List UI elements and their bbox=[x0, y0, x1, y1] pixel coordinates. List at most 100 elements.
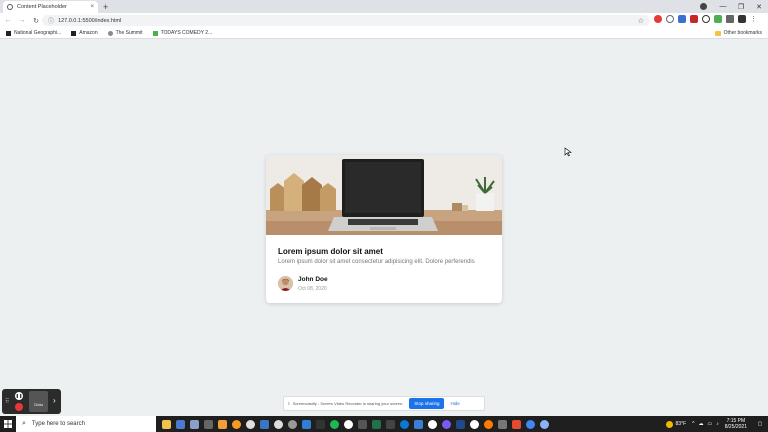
bookmarks-bar: National Geographi... Amazon The Summit … bbox=[0, 28, 768, 39]
vlc-icon[interactable] bbox=[218, 419, 227, 429]
app-cloud-icon[interactable] bbox=[414, 419, 423, 429]
taskbar-clock[interactable]: 7:15 PM 8/25/2021 bbox=[725, 418, 747, 430]
window-controls: — ❐ ✕ bbox=[714, 0, 768, 13]
pause-icon[interactable]: ❚❚ bbox=[15, 392, 23, 400]
extension-circle-icon[interactable] bbox=[702, 15, 710, 23]
folder-icon bbox=[714, 30, 721, 36]
maximize-button[interactable]: ❐ bbox=[732, 3, 750, 11]
tab-content-placeholder[interactable]: Content Placeholder × bbox=[3, 1, 98, 13]
extension-globe-icon[interactable] bbox=[666, 15, 674, 23]
sharing-message: Screencastify - Screen Video Recorder is… bbox=[292, 401, 404, 406]
card-image bbox=[266, 155, 502, 235]
forward-icon[interactable]: → bbox=[16, 17, 28, 24]
app-tool-icon[interactable] bbox=[358, 419, 367, 429]
other-bookmarks[interactable]: Other bookmarks bbox=[714, 30, 762, 36]
extension-green-icon[interactable] bbox=[714, 15, 722, 23]
notification-icon[interactable]: ▢ bbox=[755, 421, 765, 427]
drag-handle-icon[interactable]: ⠿ bbox=[5, 398, 9, 405]
minimize-button[interactable]: — bbox=[714, 3, 732, 10]
sharing-icon: ⦀ bbox=[288, 401, 290, 406]
bookmark-amazon[interactable]: Amazon bbox=[71, 30, 98, 36]
info-icon[interactable]: ⓘ bbox=[48, 16, 54, 25]
search-icon: ⌕ bbox=[22, 420, 26, 427]
cloud-icon[interactable]: ☁ bbox=[699, 421, 704, 427]
app-code-icon[interactable] bbox=[456, 419, 465, 429]
expand-arrow-icon[interactable]: › bbox=[53, 396, 56, 405]
app-mic-icon[interactable] bbox=[288, 419, 297, 429]
url-text[interactable]: 127.0.0.1:5500/index.html bbox=[58, 18, 121, 24]
extension-record-icon[interactable] bbox=[654, 15, 662, 23]
extension-red-icon[interactable] bbox=[690, 15, 698, 23]
bookmark-national-geographic[interactable]: National Geographi... bbox=[6, 30, 61, 36]
tray-chevron-icon[interactable]: ^ bbox=[692, 421, 694, 427]
puzzle-icon[interactable] bbox=[726, 15, 734, 23]
clicks-toggle[interactable]: Clicks bbox=[29, 391, 48, 412]
app-gray-icon[interactable] bbox=[204, 419, 213, 429]
tab-title: Content Placeholder bbox=[17, 4, 67, 10]
tab-search-icon[interactable] bbox=[700, 3, 707, 10]
new-tab-button[interactable]: + bbox=[103, 1, 108, 13]
brave-icon[interactable] bbox=[512, 419, 521, 429]
browser-titlebar: Content Placeholder × + — ❐ ✕ bbox=[0, 0, 768, 13]
app-box-icon[interactable] bbox=[190, 419, 199, 429]
edge-icon[interactable] bbox=[400, 419, 409, 429]
screen-recorder-widget: ⠿ ❚❚ Clicks › bbox=[2, 389, 61, 414]
comedy-icon bbox=[152, 30, 158, 36]
network-icon[interactable]: ▭ bbox=[708, 421, 713, 427]
bookmark-todays-comedy[interactable]: TODAYS COMEDY 2... bbox=[152, 30, 212, 36]
vscode-icon[interactable] bbox=[302, 419, 311, 429]
file-explorer-icon[interactable] bbox=[162, 419, 171, 429]
extensions-area: ⋮ bbox=[654, 15, 758, 23]
excel-icon[interactable] bbox=[372, 419, 381, 429]
card-description: Lorem ipsum dolor sit amet consectetur a… bbox=[278, 259, 475, 265]
more-menu-icon[interactable]: ⋮ bbox=[750, 15, 758, 23]
bookmark-the-summit[interactable]: The Summit bbox=[107, 30, 143, 36]
chrome-icon[interactable] bbox=[344, 419, 353, 429]
card-title: Lorem ipsum dolor sit amet bbox=[278, 247, 383, 256]
amazon-icon bbox=[71, 30, 77, 36]
taskbar-search-box[interactable]: ⌕ Type here to search bbox=[16, 416, 156, 432]
browser-toolbar: ← → ↻ ⓘ 127.0.0.1:5500/index.html ☆ ⋮ bbox=[0, 13, 768, 28]
app-globe-icon[interactable] bbox=[540, 419, 549, 429]
natgeo-icon bbox=[6, 30, 11, 36]
chrome-active-icon[interactable] bbox=[526, 419, 535, 429]
bookmark-star-icon[interactable]: ☆ bbox=[638, 17, 644, 25]
spotify-icon[interactable] bbox=[330, 419, 339, 429]
app-settings-icon[interactable] bbox=[246, 419, 255, 429]
mouse-cursor-icon bbox=[564, 147, 572, 157]
app-play-icon[interactable] bbox=[428, 419, 437, 429]
tab-close-icon[interactable]: × bbox=[90, 4, 94, 10]
stop-record-icon[interactable] bbox=[15, 403, 23, 411]
app-terminal-icon[interactable] bbox=[386, 419, 395, 429]
sun-icon bbox=[665, 420, 673, 428]
back-icon[interactable]: ← bbox=[2, 17, 14, 24]
windows-taskbar: ⌕ Type here to search 83°F ^ ☁ ▭ ♪ 7:15 … bbox=[0, 416, 768, 432]
globe-icon bbox=[7, 4, 13, 10]
app-purple-icon[interactable] bbox=[442, 419, 451, 429]
firefox-icon[interactable] bbox=[232, 419, 241, 429]
app-orange-icon[interactable] bbox=[484, 419, 493, 429]
content-card: Lorem ipsum dolor sit amet Lorem ipsum d… bbox=[266, 155, 502, 303]
system-tray: 83°F ^ ☁ ▭ ♪ 7:15 PM 8/25/2021 ▢ bbox=[665, 416, 768, 432]
screen-sharing-bar: ⦀ Screencastify - Screen Video Recorder … bbox=[283, 396, 485, 411]
profile-avatar-icon[interactable] bbox=[738, 15, 746, 23]
app-obs-icon[interactable] bbox=[470, 419, 479, 429]
stop-sharing-button[interactable]: Stop sharing bbox=[409, 398, 445, 409]
address-bar[interactable]: ⓘ 127.0.0.1:5500/index.html ☆ bbox=[42, 15, 650, 26]
app-pen-icon[interactable] bbox=[498, 419, 507, 429]
author-avatar bbox=[278, 276, 293, 291]
app-white-icon[interactable] bbox=[274, 419, 283, 429]
app-blue-icon[interactable] bbox=[260, 419, 269, 429]
close-window-button[interactable]: ✕ bbox=[750, 3, 768, 11]
hide-button[interactable]: Hide bbox=[450, 401, 459, 406]
reload-icon[interactable]: ↻ bbox=[30, 17, 42, 25]
author-date: Oct 08, 2020 bbox=[298, 286, 327, 292]
app-dark-icon[interactable] bbox=[316, 419, 325, 429]
volume-icon[interactable]: ♪ bbox=[716, 421, 719, 427]
app-doc-icon[interactable] bbox=[176, 419, 185, 429]
extension-new-icon[interactable] bbox=[678, 15, 686, 23]
author-name: John Doe bbox=[298, 276, 328, 283]
weather-widget[interactable]: 83°F bbox=[665, 420, 686, 428]
windows-start-icon[interactable] bbox=[0, 416, 16, 432]
summit-icon bbox=[107, 30, 113, 36]
